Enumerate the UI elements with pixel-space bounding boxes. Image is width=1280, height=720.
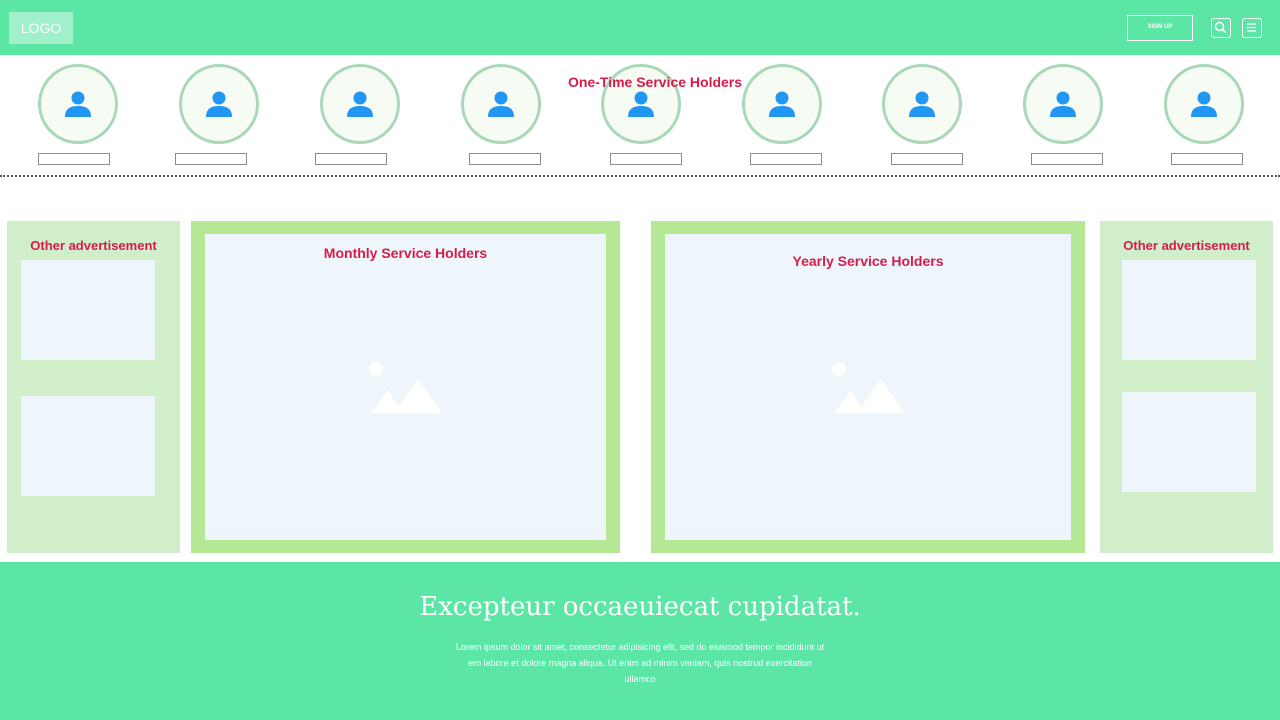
user-icon — [909, 91, 935, 117]
service-holder-name-field[interactable] — [315, 153, 387, 165]
right-advertisement: Other advertisement — [1100, 221, 1273, 553]
yearly-image-area[interactable]: Yearly Service Holders — [665, 234, 1071, 540]
service-holder-avatar[interactable] — [1164, 64, 1244, 144]
left-ad-title: Other advertisement — [30, 238, 157, 253]
footer: Excepteur occaeuiecat cupidatat. Lorem i… — [0, 562, 1280, 720]
user-icon — [206, 91, 232, 117]
footer-heading: Excepteur occaeuiecat cupidatat. — [419, 592, 861, 622]
user-icon — [65, 91, 91, 117]
divider — [0, 175, 1280, 177]
user-icon — [488, 91, 514, 117]
service-holder-name-field[interactable] — [175, 153, 247, 165]
service-holder-name-field[interactable] — [469, 153, 541, 165]
service-holder-name-field[interactable] — [1031, 153, 1103, 165]
user-icon — [347, 91, 373, 117]
service-holder-name-field[interactable] — [610, 153, 682, 165]
right-ad-title: Other advertisement — [1123, 238, 1250, 253]
one-time-title: One-Time Service Holders — [568, 74, 743, 90]
menu-icon[interactable] — [1242, 18, 1262, 38]
yearly-title: Yearly Service Holders — [792, 253, 944, 269]
search-icon[interactable] — [1211, 18, 1231, 38]
yearly-service-holders: Yearly Service Holders — [651, 221, 1085, 553]
monthly-service-holders: Monthly Service Holders — [191, 221, 620, 553]
ad-slot[interactable] — [1122, 260, 1256, 360]
logo[interactable]: LOGO — [9, 12, 73, 44]
service-holder-name-field[interactable] — [1171, 153, 1243, 165]
user-icon — [628, 91, 654, 117]
user-icon — [1050, 91, 1076, 117]
page: LOGO SIGN UP One-Time Service Holders Ot… — [0, 0, 1280, 720]
service-holder-avatar[interactable] — [38, 64, 118, 144]
monthly-title: Monthly Service Holders — [323, 245, 488, 261]
service-holder-avatar[interactable] — [461, 64, 541, 144]
ad-slot[interactable] — [1122, 392, 1256, 492]
ad-slot[interactable] — [21, 396, 155, 496]
service-holder-name-field[interactable] — [38, 153, 110, 165]
service-holder-name-field[interactable] — [891, 153, 963, 165]
service-holder-name-field[interactable] — [750, 153, 822, 165]
footer-text: Lorem ipsum dolor sit amet, consectetur … — [455, 642, 825, 684]
service-holder-avatar[interactable] — [742, 64, 822, 144]
service-holder-avatar[interactable] — [179, 64, 259, 144]
left-advertisement: Other advertisement — [7, 221, 180, 553]
header: LOGO SIGN UP — [0, 0, 1280, 55]
monthly-image-area[interactable]: Monthly Service Holders — [205, 234, 606, 540]
ad-slot[interactable] — [21, 260, 155, 360]
image-placeholder-icon — [369, 362, 442, 413]
service-holder-avatar[interactable] — [320, 64, 400, 144]
sign-up-button[interactable]: SIGN UP — [1127, 15, 1193, 41]
service-holder-avatar[interactable] — [882, 64, 962, 144]
image-placeholder-icon — [832, 362, 905, 413]
service-holder-avatar[interactable] — [1023, 64, 1103, 144]
user-icon — [1191, 91, 1217, 117]
user-icon — [769, 91, 795, 117]
